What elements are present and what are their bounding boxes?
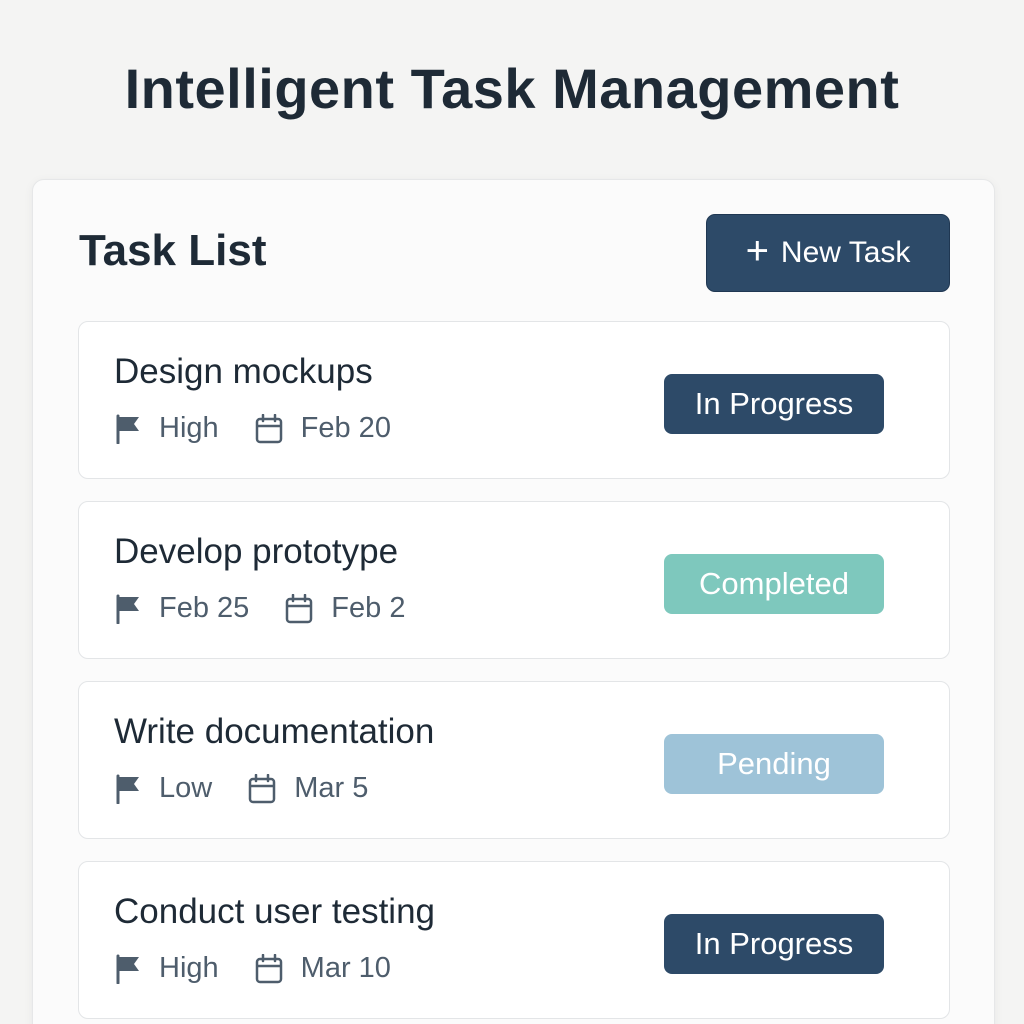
priority-text: Feb 25 [159, 592, 250, 624]
date-group: Mar 5 [248, 772, 368, 805]
task-meta: Feb 25 Feb 2 [115, 592, 441, 625]
priority-text: Low [159, 772, 213, 804]
calendar-icon [248, 773, 276, 803]
flag-icon [116, 594, 139, 624]
task-panel: Task List + New Task Design mockups High [32, 179, 995, 1024]
date-text: Feb 2 [331, 592, 406, 624]
priority-text: High [159, 952, 219, 984]
date-group: Feb 20 [255, 412, 391, 445]
date-group: Mar 10 [255, 952, 391, 985]
flag-icon [116, 414, 139, 444]
app-title: Intelligent Task Management [124, 57, 900, 120]
status-badge: Pending [664, 734, 884, 794]
task-card[interactable]: Develop prototype Feb 25 Feb 2 Completed [78, 501, 950, 659]
task-meta: High Mar 10 [115, 952, 427, 985]
flag-icon [116, 774, 139, 804]
date-group: Feb 2 [285, 592, 405, 625]
date-text: Mar 5 [294, 772, 369, 804]
task-card[interactable]: Write documentation Low Mar 5 Pending [78, 681, 950, 839]
task-meta: High Feb 20 [115, 412, 427, 445]
page: Intelligent Task Management Task List + … [0, 0, 1024, 1024]
task-title: Conduct user testing [114, 892, 436, 931]
task-card[interactable]: Conduct user testing High Mar 10 In Prog… [78, 861, 950, 1019]
task-title: Write documentation [114, 712, 435, 751]
new-task-label: New Task [780, 236, 911, 269]
calendar-icon [286, 593, 313, 623]
flag-icon [116, 954, 139, 984]
task-list: Design mockups High Feb 20 In Progress D… [78, 321, 950, 1024]
task-title: Design mockups [114, 352, 373, 391]
priority-group: Low [115, 772, 212, 805]
calendar-icon [255, 953, 282, 983]
status-badge: Completed [664, 554, 884, 614]
new-task-button[interactable]: + New Task [706, 214, 950, 292]
plus-icon: + [745, 229, 769, 273]
status-badge: In Progress [664, 914, 884, 974]
priority-group: Feb 25 [115, 592, 249, 625]
calendar-icon [255, 413, 282, 443]
panel-title: Task List [79, 226, 267, 275]
priority-group: High [115, 952, 219, 985]
task-meta: Low Mar 5 [115, 772, 404, 805]
date-text: Mar 10 [300, 952, 391, 984]
task-card[interactable]: Design mockups High Feb 20 In Progress [78, 321, 950, 479]
task-title: Develop prototype [114, 532, 399, 571]
status-badge: In Progress [664, 374, 884, 434]
priority-group: High [115, 412, 219, 445]
date-text: Feb 20 [300, 412, 391, 444]
priority-text: High [159, 412, 219, 444]
